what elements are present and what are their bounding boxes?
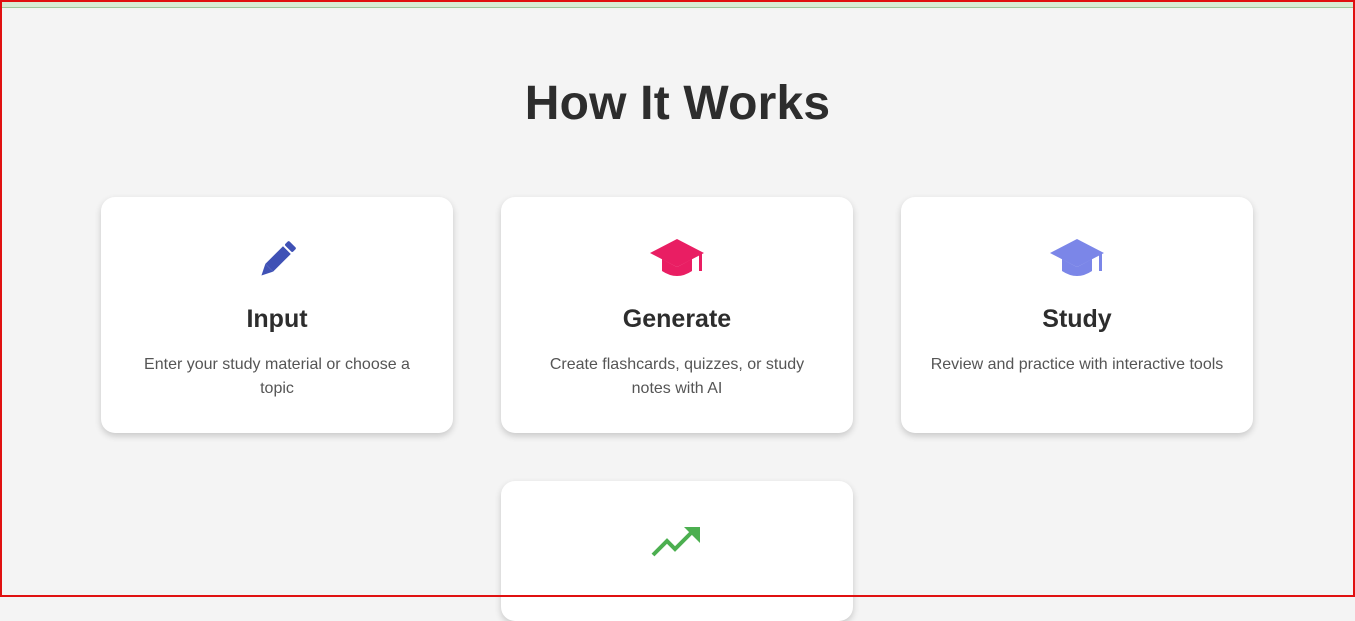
step-title: Generate xyxy=(622,305,732,333)
step-title: Input xyxy=(246,305,308,333)
step-description: Review and practice with interactive too… xyxy=(930,356,1224,373)
graduation-cap-icon xyxy=(901,235,1253,285)
step-card-progress xyxy=(501,481,853,621)
step-title: Study xyxy=(1042,305,1112,333)
step-card-input: Input Enter your study material or choos… xyxy=(101,197,453,433)
browser-top-strip xyxy=(0,0,1355,8)
pencil-icon xyxy=(101,235,453,285)
section-title: How It Works xyxy=(524,77,831,130)
step-card-study: Study Review and practice with interacti… xyxy=(901,197,1253,433)
graduation-cap-icon xyxy=(501,235,853,285)
step-description: Enter your study material or choose a to… xyxy=(144,356,410,397)
trending-up-icon xyxy=(501,523,853,573)
step-card-generate: Generate Create flashcards, quizzes, or … xyxy=(501,197,853,433)
step-description: Create flashcards, quizzes, or study not… xyxy=(549,356,805,397)
